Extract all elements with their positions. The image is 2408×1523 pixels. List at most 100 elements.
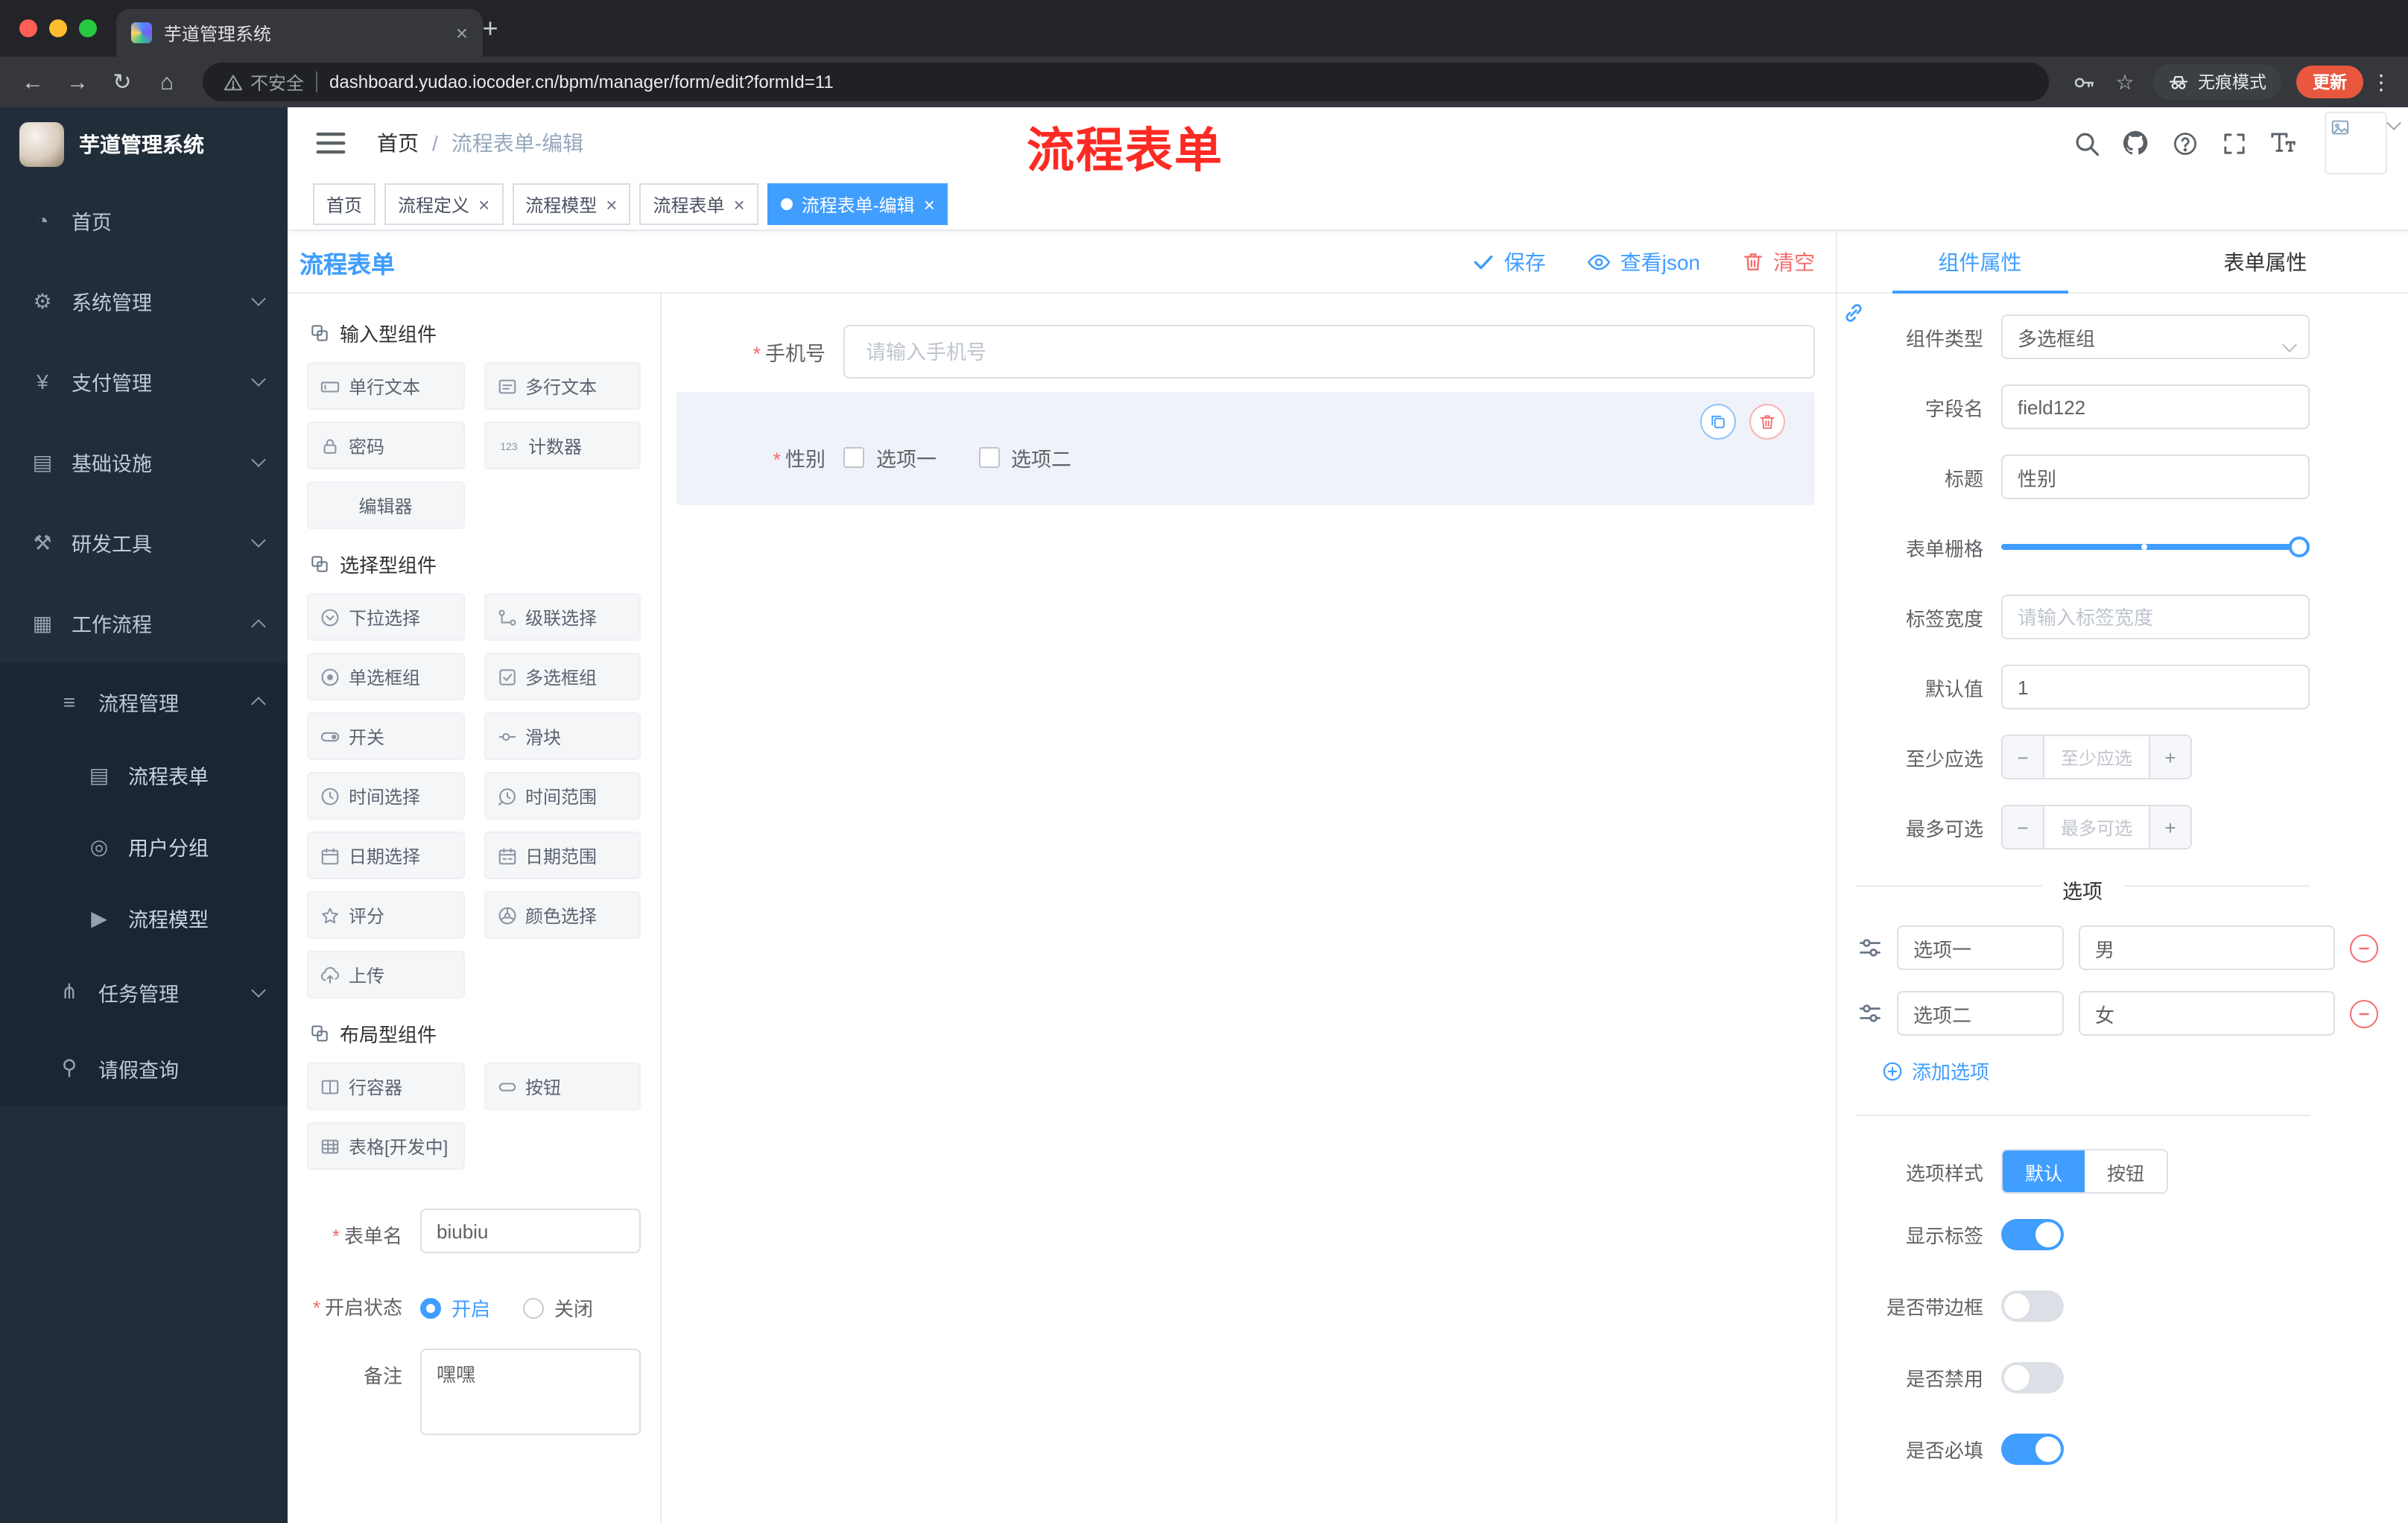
tag-close-icon[interactable]: × [606,194,617,214]
stepper-decrease-button[interactable]: − [2003,736,2044,778]
chip-rate[interactable]: 评分 [307,891,464,939]
reload-button[interactable]: ↻ [101,61,143,103]
security-indicator[interactable]: 不安全 [224,69,304,95]
tag-process-form[interactable]: 流程表单 × [639,183,758,225]
sidebar-item-payment[interactable]: ¥ 支付管理 [0,341,288,422]
tag-close-icon[interactable]: × [734,194,745,214]
chip-editor[interactable]: 编辑器 [307,481,464,529]
required-toggle[interactable] [2001,1434,2064,1465]
bookmark-star-icon[interactable]: ☆ [2106,63,2144,101]
tab-form-properties[interactable]: 表单属性 [2123,231,2408,292]
sidebar-item-workflow[interactable]: ▦ 工作流程 [0,583,288,663]
link-icon[interactable] [1842,301,1866,325]
sidebar-item-home[interactable]: ◔ 首页 [0,180,288,261]
browser-tab[interactable]: 芋道管理系统 × [116,9,483,57]
chip-multi-line-text[interactable]: 多行文本 [484,362,641,410]
stepper-increase-button[interactable]: + [2149,736,2190,778]
font-size-icon[interactable] [2269,130,2296,156]
hamburger-icon[interactable] [314,127,347,159]
chip-cascader[interactable]: 级联选择 [484,593,641,641]
chip-date-range[interactable]: 日期范围 [484,832,641,879]
option-2-name-input[interactable] [1897,991,2064,1036]
title-input[interactable] [2001,455,2310,499]
checkbox-option-1[interactable]: 选项一 [843,443,937,472]
with-border-toggle[interactable] [2001,1291,2064,1322]
browser-update-button[interactable]: 更新 [2296,66,2363,98]
new-tab-button[interactable]: + [474,12,507,45]
stepper-increase-button[interactable]: + [2149,806,2190,848]
sidebar-item-task-management[interactable]: ⋔ 任务管理 [0,954,288,1030]
phone-input[interactable] [843,325,1815,379]
chip-radio-group[interactable]: 单选框组 [307,653,464,700]
home-button[interactable]: ⌂ [146,61,188,103]
label-width-input[interactable] [2001,595,2310,639]
delete-field-button[interactable] [1749,404,1785,440]
sidebar-item-process-form[interactable]: ▤ 流程表单 [0,739,288,811]
chip-single-line-text[interactable]: 单行文本 [307,362,464,410]
tag-close-icon[interactable]: × [924,194,935,214]
chip-select[interactable]: 下拉选择 [307,593,464,641]
tab-component-properties[interactable]: 组件属性 [1837,231,2123,292]
form-remark-textarea[interactable]: 嘿嘿 [420,1349,641,1435]
clear-button[interactable]: 清空 [1742,247,1815,276]
min-select-value[interactable]: 至少应选 [2044,736,2149,778]
chip-button[interactable]: 按钮 [484,1063,641,1110]
option-2-value-input[interactable] [2079,991,2335,1036]
chip-row-container[interactable]: 行容器 [307,1063,464,1110]
sidebar-item-process-management[interactable]: ≡ 流程管理 [0,663,288,739]
tag-process-form-edit[interactable]: 流程表单-编辑 × [767,183,948,225]
field-name-input[interactable] [2001,384,2310,429]
save-button[interactable]: 保存 [1473,247,1546,276]
sidebar-item-infra[interactable]: ▤ 基础设施 [0,422,288,502]
chip-table[interactable]: 表格[开发中] [307,1122,464,1170]
component-type-value[interactable] [2001,314,2310,359]
chip-color-picker[interactable]: 颜色选择 [484,891,641,939]
breadcrumb-home[interactable]: 首页 [377,128,419,158]
window-close-button[interactable] [19,19,37,37]
style-default-button[interactable]: 默认 [2003,1150,2085,1192]
canvas-field-phone[interactable]: * 手机号 [677,325,1815,379]
form-grid-slider[interactable] [2001,525,2310,569]
disabled-toggle[interactable] [2001,1362,2064,1393]
sidebar-item-user-groups[interactable]: ◎ 用户分组 [0,811,288,882]
browser-menu-icon[interactable]: ⋮ [2366,69,2396,95]
tag-home[interactable]: 首页 [313,183,376,225]
overflow-caret-icon[interactable] [2386,110,2401,133]
chip-date-picker[interactable]: 日期选择 [307,832,464,879]
component-type-select[interactable] [2001,314,2310,359]
chip-slider[interactable]: 滑块 [484,712,641,760]
address-bar[interactable]: 不安全 dashboard.yudao.iocoder.cn/bpm/manag… [203,63,2049,101]
radio-status-off[interactable]: 关闭 [523,1294,593,1322]
default-value-input[interactable] [2001,665,2310,709]
canvas-field-gender-selected[interactable]: * 性别 选项一 选项二 [677,392,1815,505]
checkbox-option-2[interactable]: 选项二 [978,443,1071,472]
view-json-button[interactable]: 查看json [1588,247,1700,276]
chip-counter[interactable]: 计数器 [484,422,641,469]
chip-switch[interactable]: 开关 [307,712,464,760]
back-button[interactable]: ← [12,61,54,103]
password-key-icon[interactable] [2064,63,2103,101]
form-name-input[interactable] [420,1209,641,1253]
drag-handle-icon[interactable] [1858,936,1882,960]
drag-handle-icon[interactable] [1858,1001,1882,1025]
search-icon[interactable] [2073,130,2100,156]
option-1-value-input[interactable] [2079,925,2335,970]
chip-time-picker[interactable]: 时间选择 [307,772,464,820]
stepper-decrease-button[interactable]: − [2003,806,2044,848]
max-select-value[interactable]: 最多可选 [2044,806,2149,848]
sidebar-item-process-model[interactable]: ▶ 流程模型 [0,882,288,954]
chip-checkbox-group[interactable]: 多选框组 [484,653,641,700]
sidebar-item-leave-query[interactable]: ⚲ 请假查询 [0,1030,288,1106]
slider-track[interactable] [2001,536,2310,557]
slider-handle[interactable] [2289,536,2310,557]
tag-close-icon[interactable]: × [478,194,489,214]
user-avatar[interactable] [2325,112,2387,174]
show-label-toggle[interactable] [2001,1219,2064,1250]
sidebar-item-devtools[interactable]: ⚒ 研发工具 [0,502,288,583]
github-icon[interactable] [2122,130,2149,156]
tag-process-model[interactable]: 流程模型 × [512,183,631,225]
fullscreen-icon[interactable] [2220,130,2247,156]
copy-field-button[interactable] [1700,404,1736,440]
tag-process-definition[interactable]: 流程定义 × [384,183,504,225]
radio-status-on[interactable]: 开启 [420,1294,490,1322]
